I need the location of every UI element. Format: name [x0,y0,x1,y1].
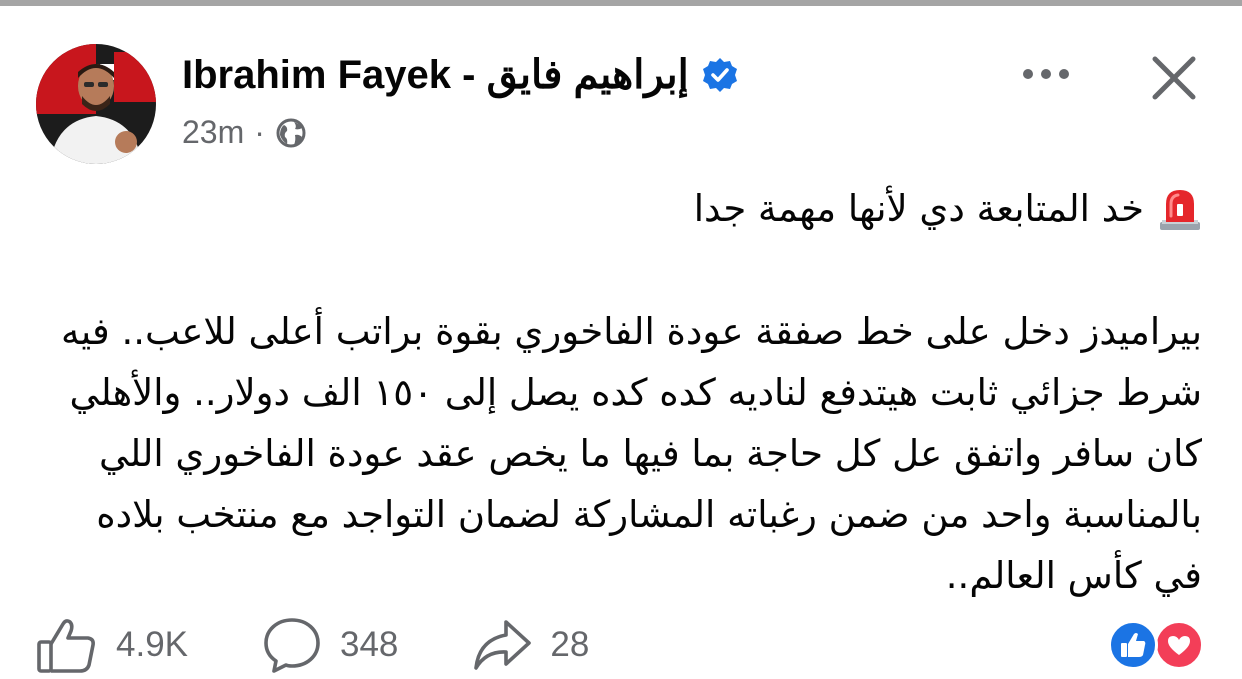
comment-bubble-icon [264,618,320,673]
author-avatar[interactable] [36,44,156,164]
avatar-image [36,44,156,164]
comment-button[interactable]: 348 [262,616,398,674]
reaction-summary[interactable] [1108,620,1208,670]
share-arrow-icon [474,620,532,670]
top-divider [0,0,1242,6]
post-actions-bar: 4.9K 348 28 [36,612,589,678]
more-options-button[interactable] [1014,52,1078,96]
thumbs-up-icon [37,619,95,673]
globe-icon[interactable] [275,117,307,149]
love-reaction-icon [1154,620,1204,670]
post-timestamp[interactable]: 23m [182,114,244,151]
like-reaction-icon [1108,620,1158,670]
close-button[interactable] [1146,50,1202,106]
meta-separator: · [254,114,265,150]
comment-count: 348 [340,625,399,664]
verified-badge-icon [701,56,739,94]
post-header: Ibrahim Fayek - إبراهيم فايق [182,52,739,98]
close-icon [1152,56,1196,100]
headline-text: خد المتابعة دي لأنها مهمة جدا [693,187,1144,230]
post-headline: خد المتابعة دي لأنها مهمة جدا [60,178,1202,239]
share-button[interactable]: 28 [472,618,589,672]
post-body-text: بيراميدز دخل على خط صفقة عودة الفاخوري ب… [61,310,1202,597]
police-siren-emoji [1158,186,1202,232]
like-count: 4.9K [116,625,188,664]
post-meta: 23m · [182,114,307,151]
more-dots-icon [1023,69,1069,79]
author-name[interactable]: Ibrahim Fayek - إبراهيم فايق [182,52,689,98]
like-button[interactable]: 4.9K [36,616,188,674]
post-content: خد المتابعة دي لأنها مهمة جدا بيراميدز د… [60,178,1202,606]
share-count: 28 [550,625,590,664]
